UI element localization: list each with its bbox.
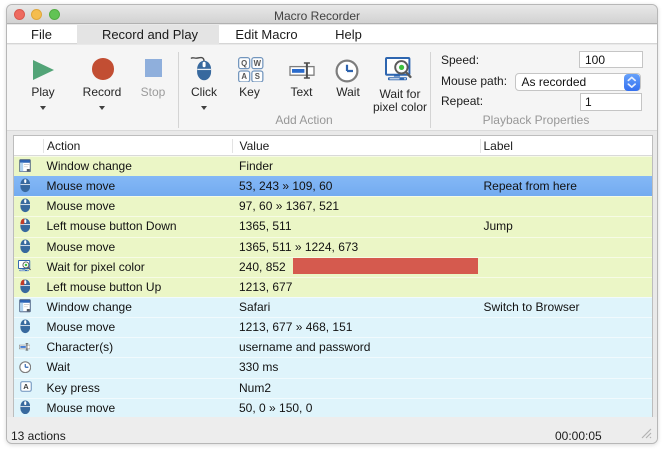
svg-text:A: A — [23, 382, 29, 391]
svg-text:W: W — [253, 58, 261, 67]
svg-text:A: A — [241, 72, 247, 81]
svg-text:Q: Q — [241, 58, 247, 67]
svg-text:S: S — [254, 72, 259, 81]
